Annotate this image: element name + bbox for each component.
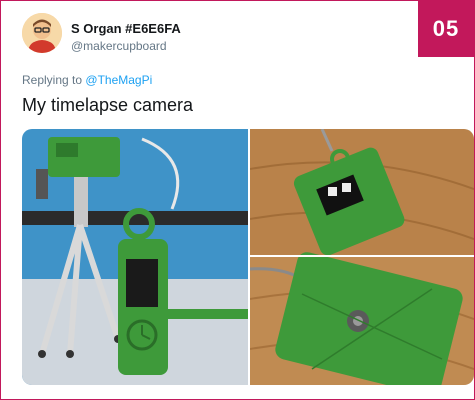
camera-back-photo[interactable]: [249, 250, 474, 385]
timelapse-camera-on-tripod-photo[interactable]: [22, 129, 248, 385]
page-number-badge: 05: [418, 1, 474, 57]
camera-screen-front-photo[interactable]: [249, 129, 474, 258]
reply-to-link[interactable]: @TheMagPi: [85, 73, 152, 87]
avatar[interactable]: [22, 13, 62, 53]
tweet-card: 05 S Organ #E6E6FA @makercupboard Replyi…: [0, 0, 475, 400]
replying-to-line: Replying to @TheMagPi: [22, 73, 152, 87]
replying-to-label: Replying to: [22, 73, 83, 87]
media-grid: [22, 129, 474, 385]
tweet-text: My timelapse camera: [22, 95, 194, 115]
author-name[interactable]: S Organ #E6E6FA: [71, 21, 181, 36]
author-handle[interactable]: @makercupboard: [71, 39, 167, 53]
